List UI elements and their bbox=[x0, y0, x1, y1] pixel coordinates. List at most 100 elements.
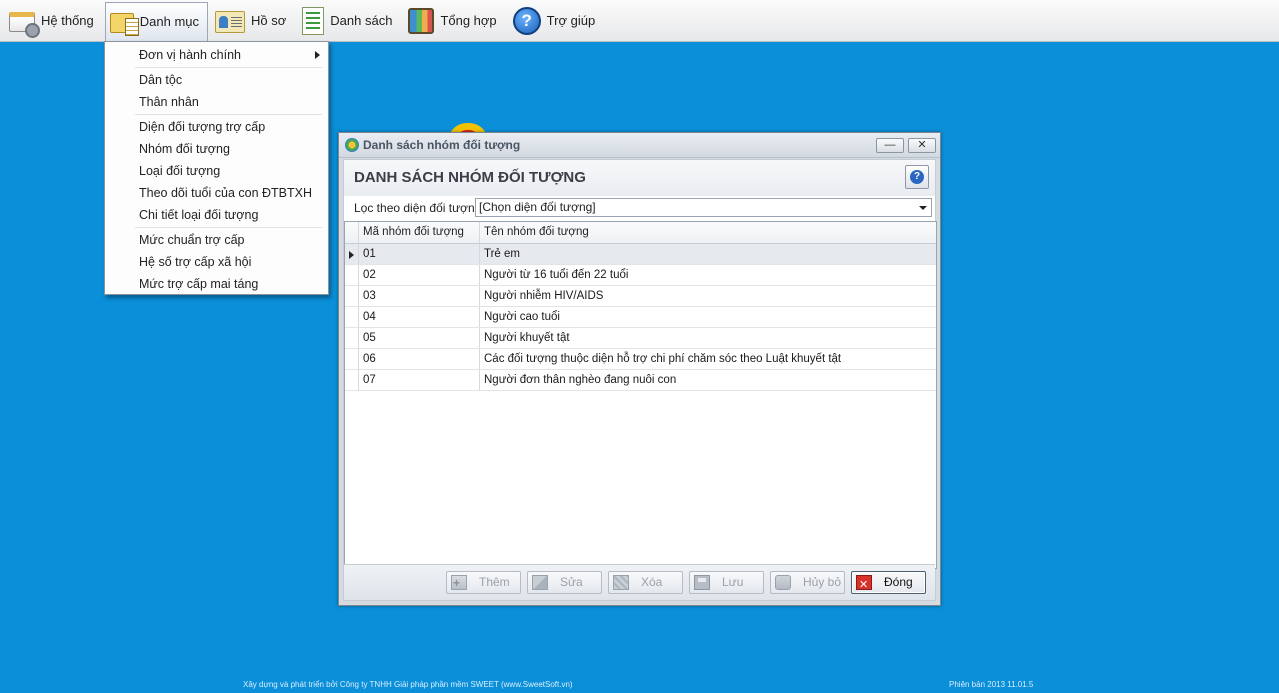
row-selected-arrow-icon bbox=[345, 244, 359, 264]
submenu-arrow-icon bbox=[315, 51, 320, 59]
footer-credit: Xây dựng và phát triển bởi Công ty TNHH … bbox=[243, 680, 573, 689]
menu-item-dan-toc[interactable]: Dân tộc bbox=[105, 69, 328, 91]
edit-button[interactable]: Sửa bbox=[527, 571, 602, 594]
menu-item-label: Theo dõi tuổi của con ĐTBTXH bbox=[139, 186, 312, 200]
cell-code[interactable]: 04 bbox=[359, 307, 480, 327]
minimize-button[interactable]: — bbox=[876, 138, 904, 153]
table-row[interactable]: 07 Người đơn thân nghèo đang nuôi con bbox=[345, 370, 936, 391]
window-titlebar[interactable]: Danh sách nhóm đối tượng — ✕ bbox=[339, 133, 940, 158]
row-indicator bbox=[345, 307, 359, 327]
menu-he-thong-label: Hệ thống bbox=[41, 13, 94, 28]
row-indicator bbox=[345, 328, 359, 348]
cell-name[interactable]: Các đối tượng thuộc diện hỗ trợ chi phí … bbox=[480, 349, 936, 369]
action-toolbar: Thêm Sửa Xóa Lưu Hủy bỏ Đóng bbox=[344, 564, 935, 600]
close-button[interactable]: Đóng bbox=[851, 571, 926, 596]
close-button-label: Đóng bbox=[884, 575, 913, 589]
menu-ho-so[interactable]: Hồ sơ bbox=[210, 3, 295, 39]
save-button[interactable]: Lưu bbox=[689, 571, 764, 594]
row-indicator-header bbox=[345, 222, 359, 243]
filter-label: Lọc theo diện đối tượng bbox=[354, 201, 482, 215]
menu-danh-muc-label: Danh mục bbox=[139, 14, 200, 29]
menu-item-than-nhan[interactable]: Thân nhân bbox=[105, 91, 328, 113]
cell-code[interactable]: 05 bbox=[359, 328, 480, 348]
cell-name[interactable]: Người từ 16 tuổi đến 22 tuổi bbox=[480, 265, 936, 285]
cell-code[interactable]: 02 bbox=[359, 265, 480, 285]
menu-tong-hop-label: Tổng hợp bbox=[440, 13, 497, 28]
menu-item-dien-doi-tuong[interactable]: Diện đối tượng trợ cấp bbox=[105, 116, 328, 138]
dialog-header: DANH SÁCH NHÓM ĐỐI TƯỢNG ? bbox=[344, 160, 935, 196]
menu-item-he-so[interactable]: Hệ số trợ cấp xã hội bbox=[105, 251, 328, 273]
cell-code[interactable]: 06 bbox=[359, 349, 480, 369]
menu-item-nhom-doi-tuong[interactable]: Nhóm đối tượng bbox=[105, 138, 328, 160]
add-button[interactable]: Thêm bbox=[446, 571, 521, 594]
table-row[interactable]: 02 Người từ 16 tuổi đến 22 tuổi bbox=[345, 265, 936, 286]
cancel-icon bbox=[775, 575, 791, 590]
table-row[interactable]: 04 Người cao tuổi bbox=[345, 307, 936, 328]
add-button-label: Thêm bbox=[479, 575, 510, 589]
table-row[interactable]: 06 Các đối tượng thuộc diện hỗ trợ chi p… bbox=[345, 349, 936, 370]
cancel-button-label: Hủy bỏ bbox=[803, 575, 842, 589]
edit-button-label: Sửa bbox=[560, 575, 583, 589]
cell-name[interactable]: Người cao tuổi bbox=[480, 307, 936, 327]
menu-item-label: Mức trợ cấp mai táng bbox=[139, 277, 259, 291]
list-document-icon bbox=[302, 6, 325, 35]
help-circle-icon: ? bbox=[910, 170, 924, 184]
menu-item-label: Hệ số trợ cấp xã hội bbox=[139, 255, 252, 269]
catalog-folder-icon bbox=[109, 13, 139, 36]
close-window-button[interactable]: ✕ bbox=[908, 138, 936, 153]
cancel-button[interactable]: Hủy bỏ bbox=[770, 571, 845, 594]
help-icon: ? bbox=[512, 6, 541, 35]
menu-item-don-vi-hanh-chinh[interactable]: Đơn vị hành chính bbox=[105, 44, 328, 66]
menu-danh-muc[interactable]: Danh mục bbox=[104, 1, 209, 42]
profile-card-icon bbox=[215, 10, 246, 33]
menu-tro-giup[interactable]: ? Trợ giúp bbox=[508, 3, 605, 39]
close-icon bbox=[856, 575, 872, 596]
table-row[interactable]: 05 Người khuyết tật bbox=[345, 328, 936, 349]
chevron-down-icon[interactable] bbox=[919, 206, 927, 210]
system-icon bbox=[9, 11, 40, 38]
cell-code[interactable]: 07 bbox=[359, 370, 480, 390]
delete-button[interactable]: Xóa bbox=[608, 571, 683, 594]
filter-select[interactable]: [Chọn diện đối tượng] bbox=[475, 198, 932, 217]
group-grid: Mã nhóm đối tượng Tên nhóm đối tượng 01 … bbox=[344, 221, 937, 569]
cell-name[interactable]: Người đơn thân nghèo đang nuôi con bbox=[480, 370, 936, 390]
filter-row: Lọc theo diện đối tượng [Chọn diện đối t… bbox=[344, 196, 935, 220]
menu-item-label: Mức chuẩn trợ cấp bbox=[139, 233, 245, 247]
danh-muc-dropdown: Đơn vị hành chính Dân tộc Thân nhân Diện… bbox=[104, 41, 329, 295]
column-header-code[interactable]: Mã nhóm đối tượng bbox=[359, 222, 480, 243]
menu-item-label: Nhóm đối tượng bbox=[139, 142, 230, 156]
menu-item-muc-chuan[interactable]: Mức chuẩn trợ cấp bbox=[105, 229, 328, 251]
menu-item-muc-tro-cap-mai-tang[interactable]: Mức trợ cấp mai táng bbox=[105, 273, 328, 295]
menu-item-label: Dân tộc bbox=[139, 73, 183, 87]
main-menubar: Hệ thống Danh mục Hồ sơ Danh sách Tổng h… bbox=[0, 0, 1279, 42]
cell-name[interactable]: Người nhiễm HIV/AIDS bbox=[480, 286, 936, 306]
cell-code[interactable]: 03 bbox=[359, 286, 480, 306]
table-row[interactable]: 01 Trẻ em bbox=[345, 244, 936, 265]
column-header-name[interactable]: Tên nhóm đối tượng bbox=[480, 222, 936, 243]
menu-item-chi-tiet-loai[interactable]: Chi tiết loại đối tượng bbox=[105, 204, 328, 226]
menu-he-thong[interactable]: Hệ thống bbox=[4, 3, 103, 39]
row-indicator bbox=[345, 370, 359, 390]
menu-item-label: Diện đối tượng trợ cấp bbox=[139, 120, 266, 134]
edit-icon bbox=[532, 575, 548, 590]
menu-ho-so-label: Hồ sơ bbox=[251, 13, 287, 28]
table-row[interactable]: 03 Người nhiễm HIV/AIDS bbox=[345, 286, 936, 307]
menu-separator bbox=[135, 67, 322, 68]
cell-name[interactable]: Người khuyết tật bbox=[480, 328, 936, 348]
cell-code[interactable]: 01 bbox=[359, 244, 480, 264]
cell-name[interactable]: Trẻ em bbox=[480, 244, 936, 264]
menu-item-theo-doi-tuoi[interactable]: Theo dõi tuổi của con ĐTBTXH bbox=[105, 182, 328, 204]
filter-selected-value: [Chọn diện đối tượng] bbox=[479, 200, 596, 214]
grid-header: Mã nhóm đối tượng Tên nhóm đối tượng bbox=[345, 222, 936, 244]
menu-item-label: Thân nhân bbox=[139, 95, 199, 109]
save-button-label: Lưu bbox=[722, 575, 744, 589]
menu-danh-sach[interactable]: Danh sách bbox=[297, 3, 401, 39]
menu-item-label: Loại đối tượng bbox=[139, 164, 221, 178]
window-body: DANH SÁCH NHÓM ĐỐI TƯỢNG ? Lọc theo diện… bbox=[343, 159, 937, 601]
menu-danh-sach-label: Danh sách bbox=[330, 13, 393, 28]
menu-item-label: Chi tiết loại đối tượng bbox=[139, 208, 259, 222]
menu-item-loai-doi-tuong[interactable]: Loại đối tượng bbox=[105, 160, 328, 182]
footer-version: Phiên bản 2013 11.01.5 bbox=[949, 680, 1034, 689]
menu-tong-hop[interactable]: Tổng hợp bbox=[403, 3, 505, 39]
help-button[interactable]: ? bbox=[905, 165, 929, 189]
